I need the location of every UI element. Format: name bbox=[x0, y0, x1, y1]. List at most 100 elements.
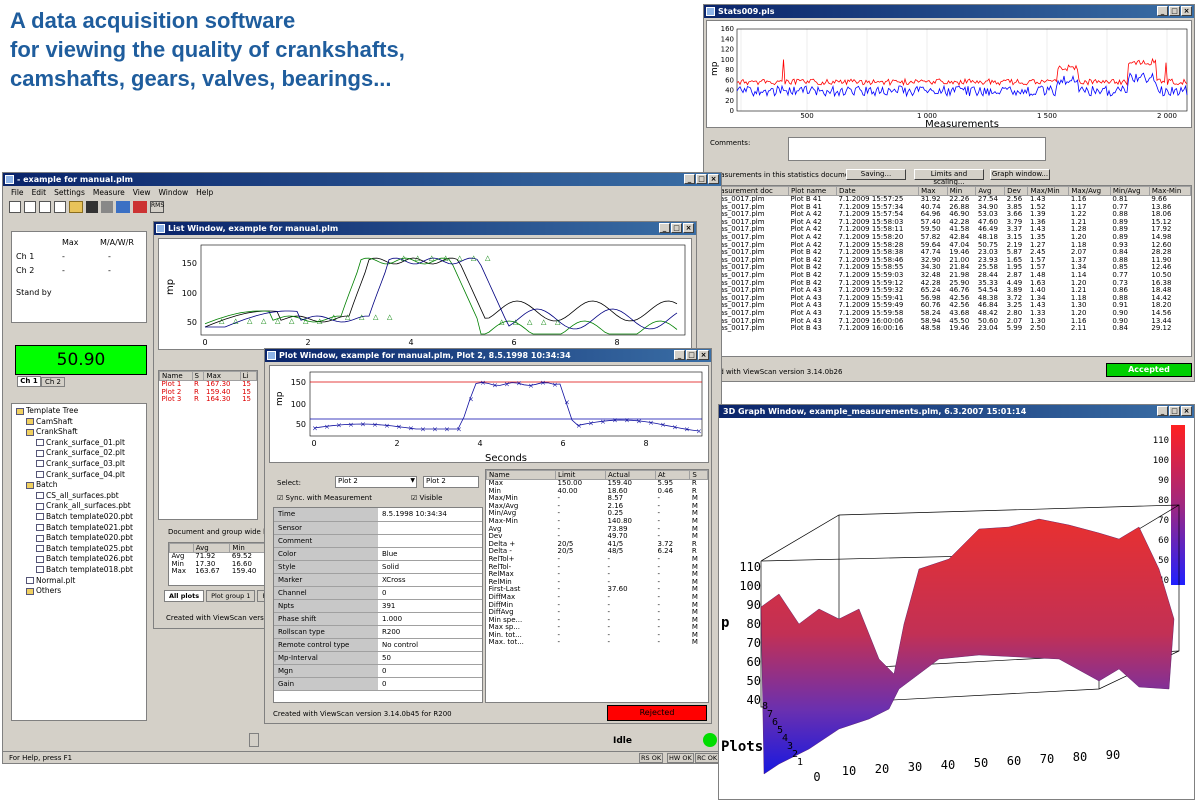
folder-open-icon[interactable] bbox=[69, 201, 83, 213]
maximize-icon[interactable]: □ bbox=[671, 223, 682, 233]
table-row[interactable]: Meas_0017.plm Plot B 43 7.1.2009 16:00:16 4… bbox=[708, 324, 1191, 333]
property-value[interactable] bbox=[378, 521, 482, 535]
maximize-icon[interactable]: □ bbox=[686, 350, 697, 360]
rms-icon[interactable]: RMS bbox=[150, 201, 164, 213]
menu-item[interactable]: Help bbox=[196, 188, 213, 197]
table-row[interactable]: Min/Avg -0.25- M bbox=[487, 510, 708, 518]
menu-item[interactable]: Settings bbox=[54, 188, 85, 197]
limits-button[interactable]: Limits and scaling... bbox=[914, 169, 984, 186]
property-row[interactable]: Mp-Interval 50 bbox=[274, 651, 482, 665]
close-icon[interactable]: × bbox=[1181, 6, 1192, 16]
tree-item[interactable]: Batch template021.pbt bbox=[16, 523, 142, 534]
property-value[interactable]: 0 bbox=[378, 677, 482, 691]
table-row[interactable]: DiffMax - - - M bbox=[487, 593, 708, 602]
table-row[interactable]: Max/Min -8.57- M bbox=[487, 495, 708, 503]
minimize-icon[interactable]: _ bbox=[684, 174, 695, 184]
main-title-bar[interactable]: - example for manual.plm _ □ × bbox=[3, 173, 721, 186]
property-row[interactable]: Npts 391 bbox=[274, 599, 482, 613]
property-row[interactable]: Rollscan type R200 bbox=[274, 625, 482, 639]
close-icon[interactable]: × bbox=[1181, 406, 1192, 416]
tree-item[interactable]: Batch template020.pbt bbox=[16, 533, 142, 544]
tree-item[interactable]: Crank_all_surfaces.pbt bbox=[16, 501, 142, 512]
sync-checkbox[interactable]: ☑ Sync. with Measurement bbox=[277, 494, 372, 502]
saving-button[interactable]: Saving... bbox=[846, 169, 906, 180]
tab-plot-group[interactable]: All plots bbox=[164, 590, 205, 602]
maximize-icon[interactable]: □ bbox=[1169, 6, 1180, 16]
tree-item[interactable]: Crank_surface_04.plt bbox=[16, 470, 142, 481]
minimize-icon[interactable]: _ bbox=[674, 350, 685, 360]
property-value[interactable]: Blue bbox=[378, 547, 482, 561]
property-row[interactable]: Sensor bbox=[274, 521, 482, 535]
tree-item[interactable]: Crank_surface_03.plt bbox=[16, 459, 142, 470]
plot-title-bar[interactable]: Plot Window, example for manual.plm, Plo… bbox=[265, 349, 711, 362]
property-row[interactable]: Comment bbox=[274, 534, 482, 548]
batch-icon[interactable] bbox=[54, 201, 66, 213]
table-row[interactable]: RelTol- - - - M bbox=[487, 563, 708, 572]
print-icon[interactable] bbox=[101, 201, 113, 213]
menu-item[interactable]: Edit bbox=[32, 188, 47, 197]
template-icon[interactable] bbox=[39, 201, 51, 213]
property-value[interactable]: 1.000 bbox=[378, 612, 482, 626]
property-row[interactable]: Phase shift 1.000 bbox=[274, 612, 482, 626]
graph-window-button[interactable]: Graph window... bbox=[990, 169, 1050, 180]
tree-item[interactable]: Batch template026.pbt bbox=[16, 554, 142, 565]
table-row[interactable]: Dev -49.70- M bbox=[487, 533, 708, 541]
menu-item[interactable]: Window bbox=[159, 188, 189, 197]
property-value[interactable]: 391 bbox=[378, 599, 482, 613]
close-icon[interactable]: × bbox=[698, 350, 709, 360]
tree-item[interactable]: Crank_surface_02.plt bbox=[16, 448, 142, 459]
plot-name-input[interactable]: Plot 2 bbox=[423, 476, 479, 488]
table-row[interactable]: DiffMin - - - M bbox=[487, 601, 708, 610]
menu-item[interactable]: File bbox=[11, 188, 24, 197]
close-icon[interactable]: × bbox=[683, 223, 694, 233]
graph3d-title-bar[interactable]: 3D Graph Window, example_measurements.pl… bbox=[719, 405, 1194, 418]
menu-item[interactable]: View bbox=[133, 188, 151, 197]
tab-ch1[interactable]: Ch 1 bbox=[17, 376, 41, 387]
table-row[interactable]: Avg 71.92 69.52 bbox=[170, 552, 267, 561]
property-value[interactable]: 50 bbox=[378, 651, 482, 665]
property-value[interactable]: R200 bbox=[378, 625, 482, 639]
property-row[interactable]: Remote control type No control bbox=[274, 638, 482, 652]
comments-input[interactable] bbox=[788, 137, 1046, 161]
open-doc-icon[interactable] bbox=[24, 201, 36, 213]
table-row[interactable]: Max 150.00 159.40 5.95 R bbox=[487, 479, 708, 488]
tab-ch2[interactable]: Ch 2 bbox=[41, 377, 65, 387]
property-value[interactable]: 8.5.1998 10:34:34 bbox=[378, 508, 482, 522]
tab-plot-group[interactable]: Plot group 1 bbox=[206, 590, 256, 602]
new-doc-icon[interactable] bbox=[9, 201, 21, 213]
property-row[interactable]: Channel 0 bbox=[274, 586, 482, 600]
maximize-icon[interactable]: □ bbox=[696, 174, 707, 184]
tree-view-icon[interactable] bbox=[116, 201, 130, 213]
maximize-icon[interactable]: □ bbox=[1169, 406, 1180, 416]
tree-item[interactable]: Batch template025.pbt bbox=[16, 544, 142, 555]
plot-select[interactable]: Plot 2 ▼ bbox=[335, 476, 417, 488]
table-row[interactable]: RelMax - - - M bbox=[487, 571, 708, 579]
table-row[interactable]: Max-Min -140.80- M bbox=[487, 517, 708, 526]
property-row[interactable]: Style Solid bbox=[274, 560, 482, 574]
table-row[interactable]: Plot 3 R 164.30 15 bbox=[160, 396, 257, 404]
table-row[interactable]: Delta +20/5 41/5 3.72 R bbox=[487, 540, 708, 549]
tree-item[interactable]: CrankShaft bbox=[16, 427, 142, 438]
property-value[interactable] bbox=[378, 534, 482, 548]
property-row[interactable]: Mgn 0 bbox=[274, 664, 482, 678]
table-row[interactable]: RelTol+ - - - M bbox=[487, 555, 708, 564]
tree-item[interactable]: Template Tree bbox=[16, 406, 142, 417]
tree-item[interactable]: CS_all_surfaces.pbt bbox=[16, 491, 142, 502]
property-value[interactable]: 0 bbox=[378, 664, 482, 678]
property-value[interactable]: 0 bbox=[378, 586, 482, 600]
table-row[interactable]: Delta -20/5 48/5 6.24 R bbox=[487, 548, 708, 556]
visible-checkbox[interactable]: ☑ Visible bbox=[411, 494, 442, 502]
save-icon[interactable] bbox=[86, 201, 98, 213]
property-value[interactable]: Solid bbox=[378, 560, 482, 574]
table-row[interactable]: First-Last -37.60- M bbox=[487, 586, 708, 594]
color-icon[interactable] bbox=[133, 201, 147, 213]
close-icon[interactable]: × bbox=[708, 174, 719, 184]
tree-item[interactable]: Batch bbox=[16, 480, 142, 491]
tree-item[interactable]: Batch template018.pbt bbox=[16, 565, 142, 576]
property-value[interactable]: XCross bbox=[378, 573, 482, 587]
splitter-handle[interactable] bbox=[249, 733, 259, 747]
tree-item[interactable]: CamShaft bbox=[16, 417, 142, 428]
menu-item[interactable]: Measure bbox=[93, 188, 125, 197]
table-row[interactable]: Max 163.67 159.40 bbox=[170, 568, 267, 576]
tree-item[interactable]: Normal.plt bbox=[16, 576, 142, 587]
